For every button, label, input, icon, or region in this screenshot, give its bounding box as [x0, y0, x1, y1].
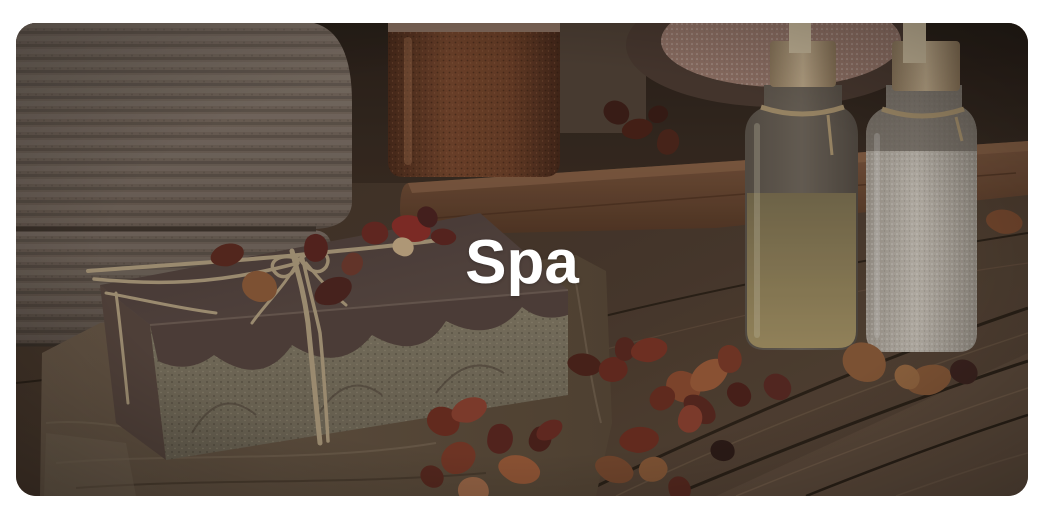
image-vignette [16, 23, 1028, 496]
spa-photo [16, 23, 1028, 496]
spa-category-card[interactable]: Spa [16, 23, 1028, 496]
